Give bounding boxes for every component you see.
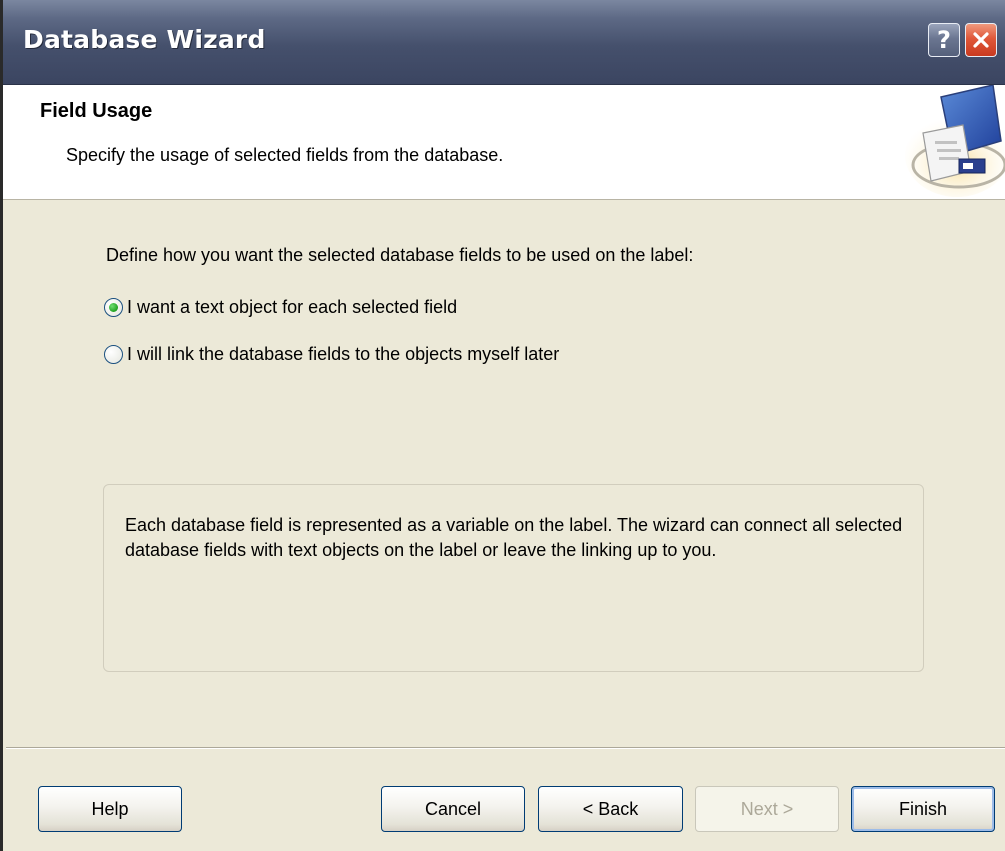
finish-button[interactable]: Finish	[851, 786, 995, 832]
help-button[interactable]: Help	[38, 786, 182, 832]
button-separator	[6, 747, 1005, 749]
cancel-button[interactable]: Cancel	[381, 786, 525, 832]
help-icon: ?	[937, 26, 951, 54]
database-wizard-dialog: Database Wizard ? Field Usage Specify th…	[0, 0, 1005, 851]
option-label[interactable]: I want a text object for each selected f…	[127, 297, 457, 318]
back-button[interactable]: < Back	[538, 786, 683, 832]
radio-button-unselected[interactable]	[104, 345, 123, 364]
option-link-fields-later[interactable]: I will link the database fields to the o…	[104, 344, 559, 365]
next-button[interactable]: Next >	[695, 786, 839, 832]
window-title: Database Wizard	[23, 25, 266, 54]
radio-dot-icon	[109, 303, 118, 312]
title-close-button[interactable]	[965, 23, 997, 57]
database-wizard-icon	[905, 85, 1005, 197]
title-bar[interactable]: Database Wizard ?	[3, 0, 1005, 85]
radio-button-selected[interactable]	[104, 298, 123, 317]
description-text: Each database field is represented as a …	[125, 515, 903, 560]
description-panel: Each database field is represented as a …	[103, 484, 924, 672]
instruction-text: Define how you want the selected databas…	[106, 245, 694, 265]
option-text-object-per-field[interactable]: I want a text object for each selected f…	[104, 297, 457, 318]
close-icon	[973, 32, 989, 48]
option-label[interactable]: I will link the database fields to the o…	[127, 344, 559, 365]
title-help-button[interactable]: ?	[928, 23, 960, 57]
wizard-header: Field Usage Specify the usage of selecte…	[3, 85, 1005, 200]
page-title: Field Usage	[40, 100, 153, 122]
page-subtitle: Specify the usage of selected fields fro…	[66, 145, 504, 165]
